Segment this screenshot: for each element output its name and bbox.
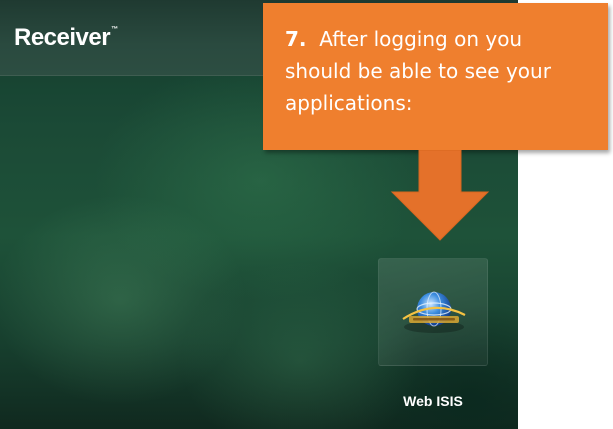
down-arrow-icon — [390, 150, 490, 241]
app-label-web-isis[interactable]: Web ISIS — [372, 393, 494, 409]
app-title-text: Receiver — [14, 24, 111, 51]
instruction-callout: 7. After logging on you should be able t… — [263, 3, 608, 150]
callout-text: After logging on you should be able to s… — [285, 27, 551, 115]
callout-step-number: 7. — [285, 27, 307, 51]
app-title: Receiver™ — [14, 24, 118, 52]
trademark-mark: ™ — [111, 26, 118, 33]
app-tile-web-isis[interactable] — [378, 258, 488, 366]
web-isis-globe-icon — [402, 291, 466, 333]
screenshot-frame: Receiver™ Web ISIS 7. After logging on y… — [0, 0, 613, 429]
